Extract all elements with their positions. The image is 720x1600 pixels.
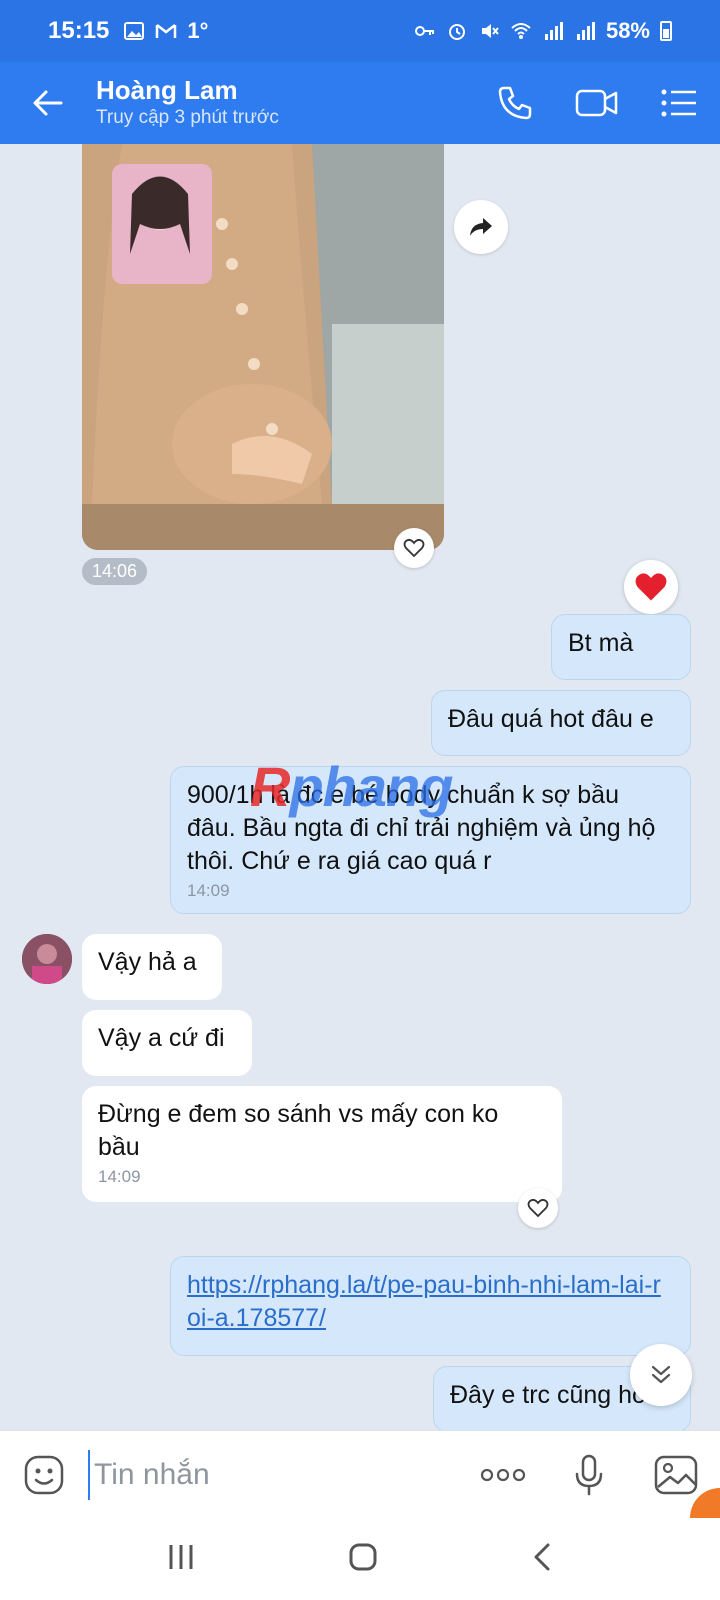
sent-message[interactable]: https://rphang.la/t/pe-pau-binh-nhi-lam-… xyxy=(170,1256,691,1356)
message-text: Vậy a cứ đi xyxy=(98,1024,225,1052)
voice-message-button[interactable] xyxy=(546,1431,632,1519)
message-text: Đừng e đem so sánh vs mấy con ko bầu xyxy=(98,1100,499,1161)
status-bar: 15:15 1° 58% xyxy=(0,0,720,62)
heart-icon xyxy=(403,538,425,558)
battery-icon xyxy=(660,21,672,41)
menu-list-icon xyxy=(661,89,696,117)
emoji-button[interactable] xyxy=(0,1431,88,1519)
status-left-icons: 1° xyxy=(123,18,208,44)
battery-percent: 58% xyxy=(605,18,650,43)
message-link[interactable]: https://rphang.la/t/pe-pau-binh-nhi-lam-… xyxy=(187,1271,661,1332)
heart-icon xyxy=(527,1198,549,1218)
status-temp: 1° xyxy=(187,18,209,43)
message-time: 14:09 xyxy=(98,1167,141,1186)
chat-header: Hoàng Lam Truy cập 3 phút trước xyxy=(0,62,720,144)
avatar-image xyxy=(22,934,72,984)
last-seen: Truy cập 3 phút trước xyxy=(96,107,279,128)
system-back-button[interactable] xyxy=(530,1541,554,1578)
system-nav-bar xyxy=(0,1518,720,1600)
signal-icon xyxy=(544,22,563,40)
back-button[interactable] xyxy=(0,62,96,144)
photo-timestamp: 14:06 xyxy=(82,558,148,585)
phone-icon xyxy=(498,86,532,120)
wifi-icon xyxy=(511,23,531,39)
home-icon xyxy=(349,1543,377,1570)
sent-message[interactable]: Bt mà xyxy=(551,614,691,680)
contact-info[interactable]: Hoàng Lam Truy cập 3 phút trước xyxy=(96,75,474,131)
status-time: 15:15 xyxy=(48,17,110,44)
alarm-icon xyxy=(448,24,465,40)
message-composer xyxy=(0,1430,720,1518)
key-icon xyxy=(414,26,434,36)
video-call-icon xyxy=(575,89,618,117)
message-time: 14:09 xyxy=(187,881,230,900)
mic-icon xyxy=(575,1454,603,1495)
received-photo[interactable] xyxy=(82,144,444,550)
video-call-button[interactable] xyxy=(556,62,638,144)
message-text: Vậy hả a xyxy=(98,948,197,976)
gallery-icon xyxy=(124,22,145,40)
react-button[interactable] xyxy=(394,528,434,568)
forward-button[interactable] xyxy=(454,200,508,254)
react-button[interactable] xyxy=(518,1188,558,1228)
reaction-badge[interactable] xyxy=(624,560,678,614)
message-text: Đây e trc cũng hot xyxy=(450,1381,653,1409)
voice-call-button[interactable] xyxy=(474,62,556,144)
status-right: 58% xyxy=(414,18,672,44)
gmail-icon xyxy=(156,24,177,38)
contact-name: Hoàng Lam xyxy=(96,75,238,105)
scroll-to-bottom-button[interactable] xyxy=(630,1344,692,1406)
forward-icon xyxy=(470,218,492,236)
received-message[interactable]: Vậy a cứ đi xyxy=(82,1010,252,1076)
menu-button[interactable] xyxy=(638,62,720,144)
photo-image xyxy=(82,144,444,550)
more-button[interactable] xyxy=(460,1431,546,1519)
message-input[interactable] xyxy=(88,1449,418,1500)
recent-apps-icon xyxy=(169,1544,193,1569)
back-arrow-icon xyxy=(33,90,63,116)
chevron-left-icon xyxy=(534,1543,550,1570)
more-icon xyxy=(480,1468,526,1481)
message-text: Bt mà xyxy=(568,629,634,657)
avatar[interactable] xyxy=(22,934,72,984)
sent-message[interactable]: 900/1h là đc e bé body chuẩn k sợ bầu đâ… xyxy=(170,766,691,914)
message-list[interactable]: 14:06 Bt mà Đâu quá hot đâu e 900/1h là … xyxy=(0,144,720,1430)
emoji-icon xyxy=(24,1455,64,1494)
sent-message[interactable]: Đâu quá hot đâu e xyxy=(431,690,691,756)
heart-icon xyxy=(635,573,667,601)
received-message[interactable]: Vậy hả a xyxy=(82,934,222,1000)
chevron-down-double-icon xyxy=(651,1365,671,1384)
image-icon xyxy=(654,1455,698,1494)
message-text: Đâu quá hot đâu e xyxy=(448,705,654,733)
signal-icon xyxy=(576,22,595,40)
mute-icon xyxy=(481,24,499,38)
home-button[interactable] xyxy=(347,1541,379,1578)
recent-apps-button[interactable] xyxy=(166,1542,196,1577)
received-message[interactable]: Đừng e đem so sánh vs mấy con ko bầu 14:… xyxy=(82,1086,562,1202)
message-text: 900/1h là đc e bé body chuẩn k sợ bầu đâ… xyxy=(187,781,656,875)
